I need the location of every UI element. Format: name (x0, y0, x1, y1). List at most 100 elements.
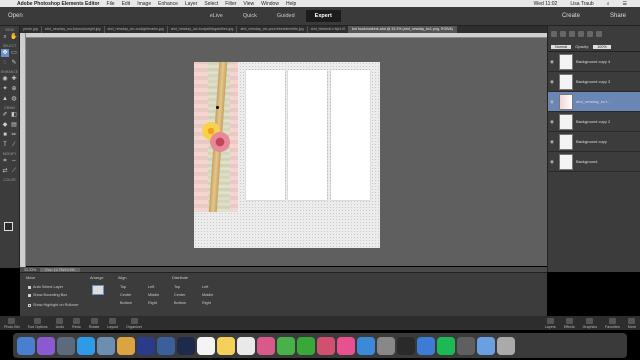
effects-button[interactable]: Effects (560, 318, 579, 330)
highlight-checkbox[interactable]: Show Highlight on Rollover (28, 303, 79, 307)
lasso-tool-icon[interactable]: ◌ (1, 59, 9, 67)
contacts-icon[interactable] (117, 336, 135, 355)
distribute-right-button[interactable]: Right (202, 301, 211, 305)
menu-file[interactable]: File (107, 1, 115, 7)
menu-edit[interactable]: Edit (122, 1, 131, 7)
eye-icon[interactable]: ◉ (548, 79, 556, 85)
menu-layer[interactable]: Layer (185, 1, 198, 7)
doc-tab[interactable]: ahd_newday_wo-bodyslhtbgabdiles.jpg (168, 26, 238, 33)
system-preferences-icon[interactable] (377, 336, 395, 355)
adjustment-layer-icon[interactable] (569, 31, 575, 37)
eyedropper-tool-icon[interactable]: ⁄ (10, 141, 18, 149)
doc-tab[interactable]: ahd_newday_wo-coolightmarks.jpg (105, 26, 168, 33)
music-icon[interactable] (317, 336, 335, 355)
straighten-tool-icon[interactable]: ⟋ (10, 167, 18, 175)
user-name[interactable]: Lisa Traub (570, 1, 593, 7)
eye-icon[interactable]: ◉ (548, 159, 556, 165)
notes-icon[interactable] (217, 336, 235, 355)
doc-tab[interactable]: ahd_newday_wo-futurooksright.jpg (42, 26, 105, 33)
auto-select-checkbox[interactable]: Auto Select Layer (28, 285, 63, 289)
layer-row[interactable]: ◉ Background copy 3 (548, 72, 640, 92)
tool-options-button[interactable]: Tool Options (24, 318, 52, 330)
trash-icon[interactable] (497, 336, 515, 355)
pencil-tool-icon[interactable]: ✏ (10, 131, 18, 139)
organizer-button[interactable]: Organizer (122, 318, 146, 330)
mail-icon[interactable] (97, 336, 115, 355)
marquee-tool-icon[interactable]: ▭ (10, 49, 18, 57)
align-left-button[interactable]: Left (148, 285, 154, 289)
smart-brush-tool-icon[interactable]: ✦ (1, 85, 9, 93)
distribute-middle-button[interactable]: Middle (202, 293, 213, 297)
move-tool-icon[interactable]: ✥ (1, 49, 9, 57)
eye-icon[interactable]: ◉ (548, 59, 556, 65)
downloads-folder-icon[interactable] (477, 336, 495, 355)
graphics-button[interactable]: Graphics (579, 318, 601, 330)
eye-icon[interactable]: ◉ (548, 119, 556, 125)
redo-button[interactable]: Redo (68, 318, 85, 330)
blur-tool-icon[interactable]: ▲ (1, 95, 9, 103)
photo-bin-button[interactable]: Photo Bin (0, 318, 24, 330)
brush-tool-icon[interactable]: ✐ (1, 111, 9, 119)
terminal-icon[interactable] (397, 336, 415, 355)
new-group-icon[interactable] (560, 31, 566, 37)
menu-help[interactable]: Help (286, 1, 296, 7)
align-center-button[interactable]: Center (120, 293, 131, 297)
align-middle-button[interactable]: Middle (148, 293, 159, 297)
distribute-center-button[interactable]: Center (174, 293, 185, 297)
doc-tab-active[interactable]: bot bookmarkers.ahd @ 33.3% (ahd_newday_… (348, 26, 457, 33)
menu-list-icon[interactable]: ☰ (623, 1, 627, 7)
finder-icon[interactable] (17, 336, 35, 355)
search-icon[interactable]: ⌕ (607, 1, 610, 7)
align-right-button[interactable]: Right (148, 301, 157, 305)
spotify-icon[interactable] (437, 336, 455, 355)
zoom-tool-icon[interactable]: ⌕ (1, 33, 9, 41)
launchpad-icon[interactable] (57, 336, 75, 355)
delete-layer-icon[interactable] (596, 31, 602, 37)
distribute-bottom-button[interactable]: Bottom (174, 301, 186, 305)
type-tool-icon[interactable]: T (1, 141, 9, 149)
preview-icon[interactable] (417, 336, 435, 355)
eye-tool-icon[interactable]: ◉ (1, 75, 9, 83)
recompose-tool-icon[interactable]: ⇔ (10, 157, 18, 165)
shape-tool-icon[interactable]: ■ (1, 131, 9, 139)
app-name-menu[interactable]: Adobe Photoshop Elements Editor (17, 1, 100, 7)
elements-organizer-icon[interactable] (177, 336, 195, 355)
safari-icon[interactable] (77, 336, 95, 355)
open-button[interactable]: Open (8, 13, 23, 19)
menu-select[interactable]: Select (204, 1, 218, 7)
hand-tool-icon[interactable]: ✋ (10, 33, 18, 41)
menu-image[interactable]: Image (137, 1, 151, 7)
photo-frame[interactable] (246, 70, 285, 200)
doc-tab[interactable]: ahd_bkdsedt-rrlsjt4.tif (308, 26, 349, 33)
mode-elive[interactable]: eLive (201, 10, 232, 22)
messages-icon[interactable] (277, 336, 295, 355)
eraser-tool-icon[interactable]: ◧ (10, 111, 18, 119)
app-store-icon[interactable] (357, 336, 375, 355)
arrange-button[interactable] (92, 285, 104, 295)
sponge-tool-icon[interactable]: ◍ (10, 95, 18, 103)
menu-filter[interactable]: Filter (225, 1, 236, 7)
facetime-icon[interactable] (297, 336, 315, 355)
lock-icon[interactable] (587, 31, 593, 37)
new-layer-icon[interactable] (551, 31, 557, 37)
rotate-button[interactable]: Rotate (85, 318, 104, 330)
quick-select-tool-icon[interactable]: ✎ (10, 59, 18, 67)
zoom-level[interactable]: 33.33% (24, 268, 36, 272)
folder-icon[interactable] (457, 336, 475, 355)
layers-button[interactable]: Layers (541, 318, 560, 330)
more-button[interactable]: More (624, 318, 640, 330)
spot-heal-tool-icon[interactable]: ✚ (10, 75, 18, 83)
undo-button[interactable]: Undo (52, 318, 69, 330)
bounding-box-checkbox[interactable]: Show Bounding Box (28, 293, 67, 297)
layer-row-active[interactable]: ◉ ahd_newday_bc1... (548, 92, 640, 112)
document-canvas[interactable] (194, 62, 380, 248)
layer-row[interactable]: ◉ Background (548, 152, 640, 172)
menu-enhance[interactable]: Enhance (158, 1, 178, 7)
mode-guided[interactable]: Guided (268, 10, 304, 22)
eye-icon[interactable]: ◉ (548, 99, 556, 105)
paint-bucket-tool-icon[interactable]: ◆ (1, 121, 9, 129)
eye-icon[interactable]: ◉ (548, 139, 556, 145)
doc-tab[interactable]: ahd_newday_wo-yourrebelelemeilts.jpg (237, 26, 308, 33)
mask-icon[interactable] (578, 31, 584, 37)
mode-quick[interactable]: Quick (234, 10, 266, 22)
